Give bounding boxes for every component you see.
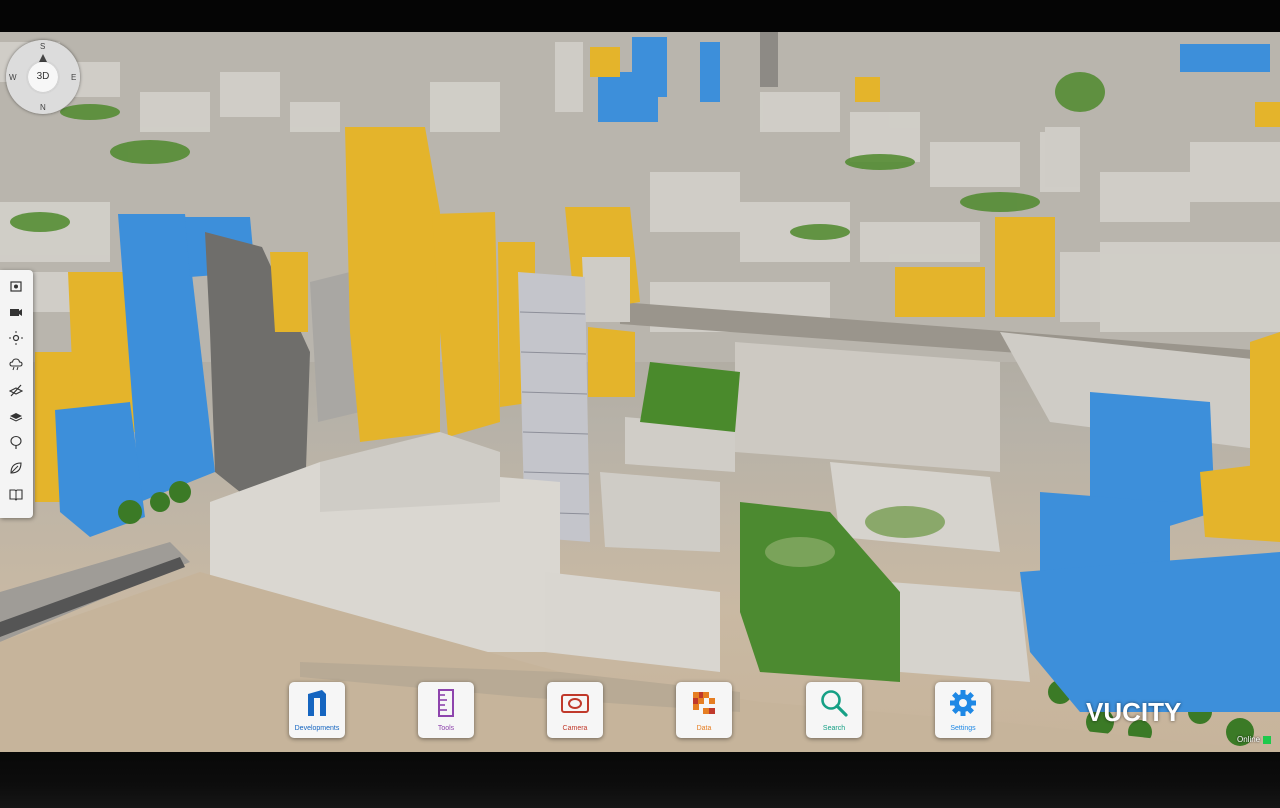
os-taskbar — [0, 784, 1280, 808]
tools-label: Tools — [437, 725, 455, 732]
compass-widget[interactable]: S E N W 3D — [6, 40, 80, 114]
tree-icon[interactable] — [6, 432, 26, 452]
connection-status-label: Online — [1237, 735, 1261, 744]
connection-status: Online — [1237, 735, 1272, 744]
developments-icon — [302, 688, 332, 718]
weather-icon[interactable] — [6, 354, 26, 374]
compass-dir-n: N — [40, 103, 46, 112]
settings-button[interactable]: Settings — [935, 682, 991, 738]
search-icon — [819, 688, 849, 718]
developments-label: Developments — [294, 725, 340, 732]
city-model — [0, 32, 1280, 752]
search-button[interactable]: Search — [806, 682, 862, 738]
compass-dir-e: E — [71, 73, 77, 82]
window-top-bar — [0, 0, 1280, 32]
camera-icon — [560, 688, 590, 718]
leaf-icon[interactable] — [6, 458, 26, 478]
layers-icon[interactable] — [6, 406, 26, 426]
data-label: Data — [696, 725, 712, 732]
tools-button[interactable]: Tools — [418, 682, 474, 738]
developments-button[interactable]: Developments — [289, 682, 345, 738]
gear-icon — [948, 688, 978, 718]
video-icon[interactable] — [6, 302, 26, 322]
hide-layer-icon[interactable] — [6, 380, 26, 400]
settings-label: Settings — [950, 725, 976, 732]
online-indicator-icon — [1263, 735, 1272, 744]
screenshot-icon[interactable] — [6, 276, 26, 296]
search-label: Search — [822, 725, 846, 732]
book-icon[interactable] — [6, 484, 26, 504]
compass-dir-s: S — [40, 42, 46, 51]
data-button[interactable]: Data — [676, 682, 732, 738]
camera-button[interactable]: Camera — [547, 682, 603, 738]
data-icon — [689, 688, 719, 718]
sun-icon[interactable] — [6, 328, 26, 348]
ruler-icon — [431, 688, 461, 718]
view-mode-toggle[interactable]: 3D — [28, 62, 58, 92]
3d-city-viewport[interactable] — [0, 32, 1280, 752]
compass-dir-w: W — [9, 73, 17, 82]
camera-label: Camera — [562, 725, 588, 732]
north-needle-icon — [39, 54, 47, 62]
left-toolbar — [0, 270, 33, 518]
vucity-logo: VUCITY — [1086, 697, 1182, 727]
